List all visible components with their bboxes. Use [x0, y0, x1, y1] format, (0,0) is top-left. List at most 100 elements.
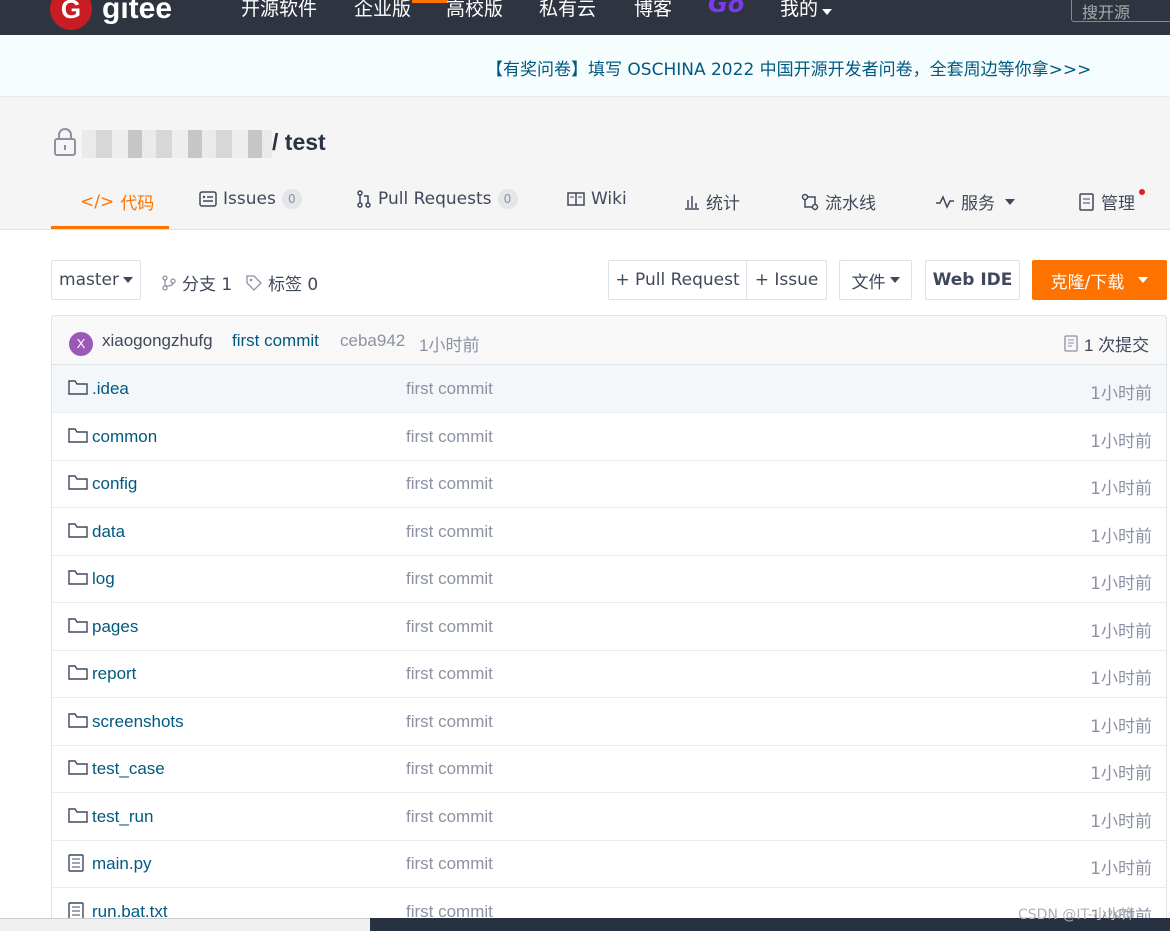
chevron-down-icon	[889, 277, 900, 283]
file-name-link[interactable]: config	[92, 474, 137, 494]
new-pull-request-button[interactable]: + Pull Request	[608, 260, 747, 300]
file-icon	[68, 901, 88, 920]
file-name-link[interactable]: test_run	[92, 807, 153, 827]
tab-issues[interactable]: Issues 0	[199, 189, 302, 209]
nav-item-go[interactable]: Go	[708, 0, 744, 18]
file-commit-message[interactable]: first commit	[406, 474, 493, 494]
chevron-down-icon	[822, 9, 833, 15]
table-row[interactable]: common first commit 1小时前	[52, 413, 1166, 461]
search-input[interactable]: 搜开源	[1071, 0, 1170, 22]
file-commit-time: 1小时前	[1090, 479, 1152, 499]
file-name-link[interactable]: log	[92, 569, 115, 589]
tab-pull-requests[interactable]: Pull Requests 0	[356, 189, 518, 209]
announcement-banner: 【有奖问卷】填写 OSCHINA 2022 中国开源开发者问卷，全套周边等你拿>…	[0, 35, 1170, 97]
tags-label: 标签 0	[268, 275, 319, 295]
tab-manage[interactable]: 管理	[1079, 189, 1135, 214]
tab-stats[interactable]: 统计	[684, 189, 740, 214]
folder-icon	[68, 569, 88, 587]
tab-wiki[interactable]: Wiki	[567, 189, 627, 209]
file-name-link[interactable]: pages	[92, 617, 138, 637]
file-commit-message[interactable]: first commit	[406, 807, 493, 827]
file-name-link[interactable]: screenshots	[92, 712, 184, 732]
file-commit-time: 1小时前	[1090, 384, 1152, 404]
table-row[interactable]: .idea first commit 1小时前	[52, 365, 1166, 413]
tab-label: Issues	[223, 189, 276, 209]
commit-message[interactable]: first commit	[232, 331, 319, 351]
repo-header: / test </> 代码 Issues 0 Pull Requests 0 W…	[0, 97, 1170, 230]
table-row[interactable]: main.py first commit 1小时前	[52, 840, 1166, 888]
file-name-link[interactable]: report	[92, 664, 136, 684]
top-navbar: G gitee 开源软件 企业版 高校版 私有云 博客 Go 我的 搜开源	[0, 0, 1170, 35]
folder-icon	[68, 617, 88, 635]
chevron-down-icon	[1138, 277, 1149, 283]
file-commit-message[interactable]: first commit	[406, 854, 493, 874]
nav-item-mine[interactable]: 我的	[780, 0, 833, 21]
gitee-logo[interactable]: G gitee	[50, 0, 172, 30]
folder-icon	[68, 427, 88, 445]
table-row[interactable]: pages first commit 1小时前	[52, 603, 1166, 651]
notification-dot	[1139, 189, 1145, 195]
table-row[interactable]: config first commit 1小时前	[52, 460, 1166, 508]
commit-author[interactable]: xiaogongzhufg	[102, 331, 213, 351]
tab-label: 服务	[961, 194, 995, 214]
table-row[interactable]: data first commit 1小时前	[52, 508, 1166, 556]
manage-icon	[1079, 192, 1094, 211]
file-name-link[interactable]: data	[92, 522, 125, 542]
tags-link[interactable]: 标签 0	[246, 270, 318, 295]
banner-link[interactable]: 【有奖问卷】填写 OSCHINA 2022 中国开源开发者问卷，全套周边等你拿>…	[486, 55, 1091, 80]
file-name-link[interactable]: .idea	[92, 379, 129, 399]
tab-services[interactable]: 服务	[935, 189, 1015, 214]
table-row[interactable]: log first commit 1小时前	[52, 555, 1166, 603]
folder-icon	[68, 712, 88, 730]
nav-item-private-cloud[interactable]: 私有云	[539, 0, 596, 21]
file-name-link[interactable]: main.py	[92, 854, 152, 874]
code-icon: </>	[80, 191, 115, 212]
repo-name[interactable]: / test	[272, 129, 326, 156]
file-name-link[interactable]: common	[92, 427, 157, 447]
avatar[interactable]: X	[69, 332, 93, 356]
commits-count-label: 1 次提交	[1084, 336, 1150, 355]
file-commit-message[interactable]: first commit	[406, 664, 493, 684]
commits-icon	[1064, 335, 1078, 352]
tab-label: 统计	[706, 194, 740, 214]
file-commit-time: 1小时前	[1090, 764, 1152, 784]
watermark: CSDN @IT-小水饰	[1018, 907, 1135, 923]
file-commit-message[interactable]: first commit	[406, 759, 493, 779]
file-commit-message[interactable]: first commit	[406, 569, 493, 589]
branches-link[interactable]: 分支 1	[162, 270, 232, 295]
nav-item-open-source[interactable]: 开源软件	[241, 0, 317, 21]
table-row[interactable]: screenshots first commit 1小时前	[52, 698, 1166, 746]
web-ide-button[interactable]: Web IDE	[925, 260, 1020, 300]
file-commit-message[interactable]: first commit	[406, 427, 493, 447]
file-commit-message[interactable]: first commit	[406, 712, 493, 732]
file-name-link[interactable]: test_case	[92, 759, 165, 779]
nav-item-education[interactable]: 高校版	[446, 0, 503, 21]
commits-count-link[interactable]: 1 次提交	[1064, 331, 1149, 356]
tab-pipeline[interactable]: 流水线	[801, 189, 876, 214]
chevron-down-icon	[122, 277, 133, 283]
file-menu-button[interactable]: 文件	[839, 260, 912, 300]
new-badge	[412, 0, 448, 3]
file-commit-time: 1小时前	[1090, 811, 1152, 832]
nav-item-blog[interactable]: 博客	[634, 0, 672, 21]
tab-code[interactable]: </> 代码	[80, 189, 154, 215]
branch-select[interactable]: master	[51, 260, 141, 300]
file-commit-time: 1小时前	[1090, 574, 1152, 594]
pipeline-icon	[801, 193, 819, 210]
table-row[interactable]: test_case first commit 1小时前	[52, 745, 1166, 793]
file-commit-message[interactable]: first commit	[406, 617, 493, 637]
issues-count: 0	[281, 189, 302, 209]
service-icon	[936, 194, 954, 209]
chevron-down-icon	[1005, 198, 1015, 205]
table-row[interactable]: report first commit 1小时前	[52, 650, 1166, 698]
table-row[interactable]: test_run first commit 1小时前	[52, 793, 1166, 841]
nav-item-enterprise[interactable]: 企业版	[354, 0, 411, 21]
file-commit-message[interactable]: first commit	[406, 379, 493, 399]
branch-label: master	[59, 270, 119, 290]
file-commit-message[interactable]: first commit	[406, 522, 493, 542]
tab-label: Wiki	[591, 189, 627, 209]
clone-download-button[interactable]: 克隆/下载	[1032, 260, 1167, 300]
commit-hash[interactable]: ceba942	[340, 331, 405, 351]
folder-icon	[68, 379, 88, 397]
new-issue-button[interactable]: + Issue	[746, 260, 827, 300]
